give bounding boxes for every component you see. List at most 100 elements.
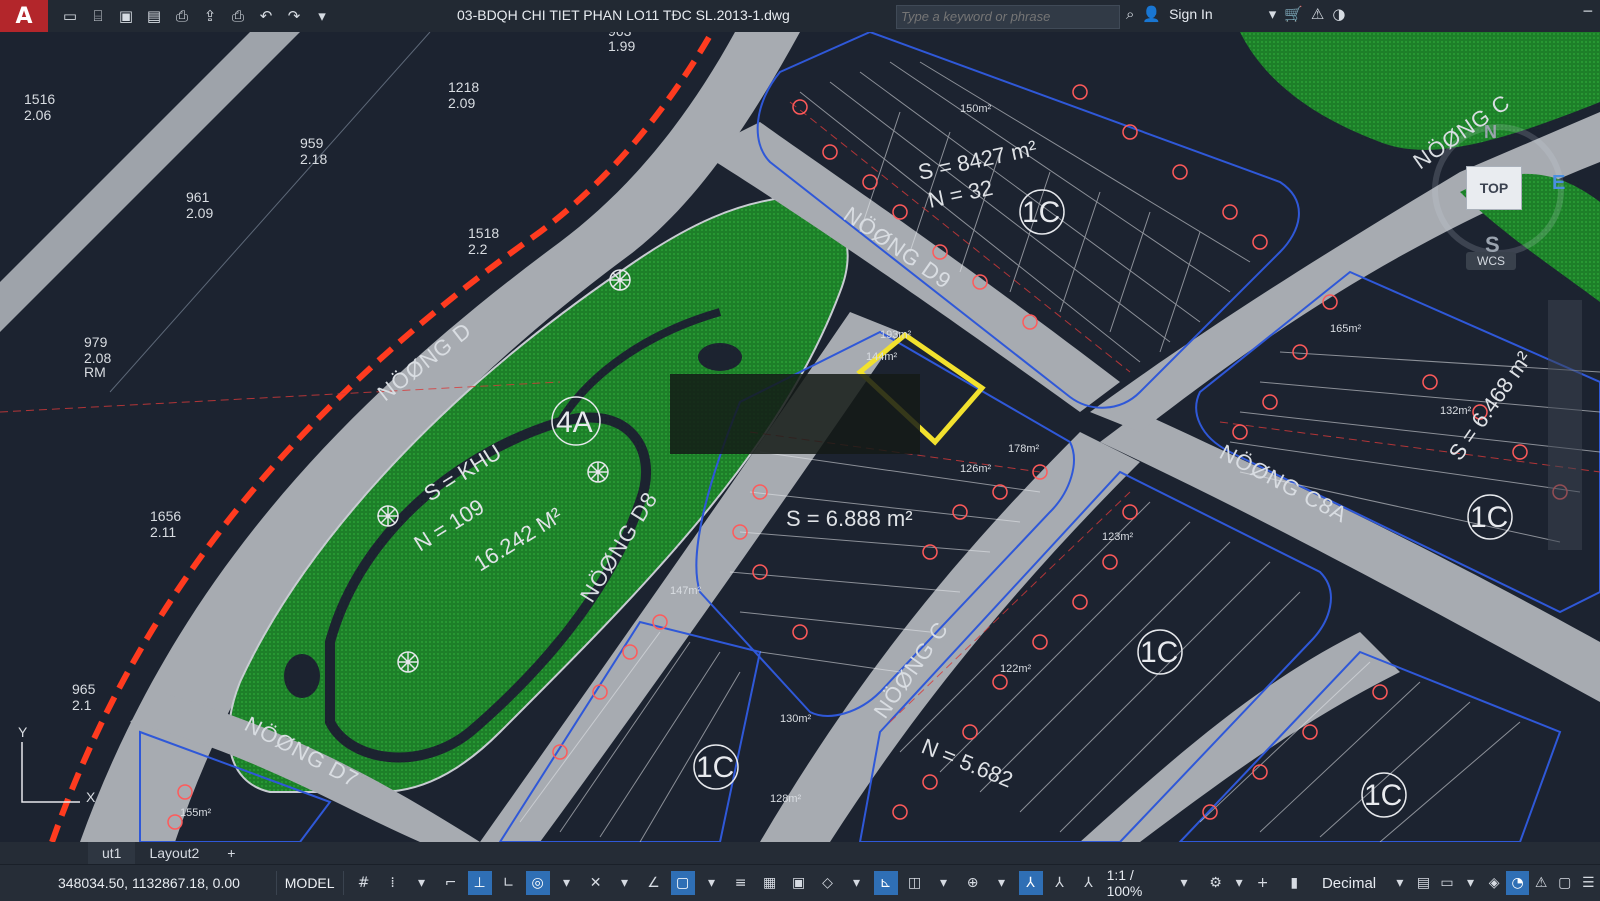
zone-label: 1C: [1022, 196, 1060, 229]
chevron-down-icon[interactable]: ▾: [1269, 5, 1277, 23]
lot-area: 122m²: [1000, 663, 1032, 675]
elev-id: 959: [300, 135, 324, 151]
new-icon[interactable]: ▭: [58, 5, 82, 27]
lot-area: 123m²: [1102, 531, 1134, 543]
customization-menu-icon[interactable]: ☰: [1577, 871, 1600, 895]
compass-north[interactable]: N: [1484, 122, 1497, 143]
share-icon[interactable]: ⇪: [198, 5, 222, 27]
elev-id: 1516: [24, 91, 55, 107]
clean-screen-icon[interactable]: ▢: [1553, 871, 1577, 895]
minimize-icon[interactable]: ─: [1584, 4, 1592, 20]
coordinates-readout[interactable]: 348034.50, 1132867.18, 0.00: [0, 875, 276, 891]
chevron-down-icon[interactable]: ▾: [1227, 871, 1251, 895]
object-snap-icon[interactable]: ▢: [670, 871, 695, 895]
selection-filter-icon[interactable]: ◫: [903, 871, 927, 895]
help-icon[interactable]: ◑: [1332, 5, 1345, 23]
chevron-down-icon[interactable]: ▾: [700, 871, 724, 895]
isometric-icon[interactable]: ✕: [584, 871, 608, 895]
quick-properties-icon[interactable]: ▤: [1412, 871, 1436, 895]
lot-area: 155m²: [180, 807, 212, 819]
chevron-down-icon[interactable]: ▾: [1459, 871, 1483, 895]
wcs-menu[interactable]: WCS: [1466, 252, 1516, 270]
elev-id: 1218: [448, 79, 479, 95]
app-menu-button[interactable]: A: [0, 0, 48, 32]
search-input[interactable]: [897, 6, 1119, 26]
plot-icon[interactable]: ⎙: [170, 5, 194, 27]
block-area: S = 6.888 m²: [786, 506, 913, 531]
infocenter: ⌕ 👤 Sign In ▾ 🛒 ⚠ ◑: [1126, 5, 1345, 23]
units-selector[interactable]: Decimal: [1322, 875, 1376, 892]
lock-ui-icon[interactable]: ▭: [1435, 871, 1459, 895]
sign-in-link[interactable]: Sign In: [1169, 6, 1213, 22]
drawing-canvas[interactable]: Y X NÖØNG D NÖØNG D9 NÖØNG D8 NÖØNG D7 N…: [0, 32, 1600, 842]
chevron-down-icon[interactable]: ▾: [932, 871, 956, 895]
tab-model[interactable]: [0, 842, 88, 864]
print-icon[interactable]: ⎙: [226, 5, 250, 27]
ucs-y-label: Y: [18, 724, 28, 740]
chevron-down-icon[interactable]: ▾: [1388, 871, 1412, 895]
zone-label: 1C: [1140, 636, 1178, 669]
infer-constraints-icon[interactable]: ⌐: [439, 871, 463, 895]
transparency-icon[interactable]: ▦: [758, 871, 782, 895]
lot-area: 178m²: [1008, 443, 1040, 455]
polar-tracking-icon[interactable]: ◎: [525, 871, 550, 895]
lot-area: 165m²: [1330, 323, 1362, 335]
chevron-down-icon[interactable]: ▾: [845, 871, 869, 895]
chevron-down-icon[interactable]: ▾: [555, 871, 579, 895]
model-space-button[interactable]: MODEL: [275, 871, 344, 895]
annotation-scale-icon[interactable]: ⅄: [1077, 871, 1101, 895]
quick-access-toolbar: ▭ ⌸ ▣ ▤ ⎙ ⇪ ⎙ ↶ ↷ ▾: [58, 5, 334, 27]
elev-value: 2.11: [150, 524, 176, 540]
layout-tabs: ut1 Layout2 +: [0, 842, 1600, 864]
ucs-x-label: X: [86, 789, 96, 805]
gizmo-icon[interactable]: ⊕: [961, 871, 985, 895]
annotation-visibility-icon[interactable]: ⅄: [1018, 871, 1043, 895]
chevron-down-icon[interactable]: ▾: [1172, 871, 1196, 895]
document-title: 03-BDQH CHI TIET PHAN LO11 TĐC SL.2013-1…: [457, 7, 790, 23]
undo-icon[interactable]: ↶: [254, 5, 278, 27]
zone-label: 1C: [1364, 779, 1402, 812]
auto-scale-icon[interactable]: ⅄: [1048, 871, 1072, 895]
window-controls: ─: [1584, 4, 1592, 20]
binoculars-icon[interactable]: ⌕: [1126, 5, 1134, 23]
viewcube-top-face[interactable]: TOP: [1466, 166, 1522, 210]
compass-east[interactable]: E: [1552, 172, 1565, 195]
notification-icon[interactable]: ⚠: [1529, 871, 1553, 895]
add-layout-icon[interactable]: +: [213, 842, 249, 864]
open-icon[interactable]: ⌸: [86, 5, 110, 27]
units-icon: ▮: [1290, 875, 1299, 891]
tab-layout2[interactable]: Layout2: [135, 842, 213, 864]
dynamic-ucs-icon[interactable]: ⊾: [873, 871, 898, 895]
elev-value: 2.1: [72, 697, 92, 713]
gear-icon[interactable]: ⚙: [1204, 871, 1228, 895]
elev-value: 2.09: [186, 205, 213, 221]
chevron-down-icon[interactable]: ▾: [990, 871, 1014, 895]
viewcube[interactable]: N TOP E S: [1430, 120, 1578, 257]
zone-label: 4A: [556, 406, 593, 439]
tab-layout1[interactable]: ut1: [88, 842, 136, 864]
isolate-objects-icon[interactable]: ◈: [1482, 871, 1506, 895]
lineweight-icon[interactable]: ≡: [729, 871, 753, 895]
3d-osnap-icon[interactable]: ◇: [816, 871, 840, 895]
hardware-acceleration-icon[interactable]: ◔: [1505, 871, 1530, 895]
chevron-down-icon[interactable]: ▾: [613, 871, 637, 895]
selection-cycling-icon[interactable]: ▣: [787, 871, 811, 895]
navigation-bar[interactable]: [1548, 300, 1582, 550]
object-snap-tracking-icon[interactable]: ∠: [642, 871, 666, 895]
cart-icon[interactable]: 🛒: [1284, 5, 1303, 23]
grid-icon[interactable]: #: [352, 871, 376, 895]
annotation-scale[interactable]: 1:1 / 100%: [1107, 867, 1173, 899]
chevron-down-icon[interactable]: ▾: [410, 871, 434, 895]
dynamic-input-icon[interactable]: ⊥: [467, 871, 492, 895]
ortho-icon[interactable]: ∟: [497, 871, 521, 895]
title-bar: A ▭ ⌸ ▣ ▤ ⎙ ⇪ ⎙ ↶ ↷ ▾ 03-BDQH CHI TIET P…: [0, 0, 1600, 33]
save-icon[interactable]: ▣: [114, 5, 138, 27]
rm-label: RM: [84, 364, 106, 380]
customize-icon[interactable]: ▾: [310, 5, 334, 27]
save-as-icon[interactable]: ▤: [142, 5, 166, 27]
elev-id: 961: [186, 189, 210, 205]
redo-icon[interactable]: ↷: [282, 5, 306, 27]
plus-icon[interactable]: +: [1251, 871, 1275, 895]
exchange-icon[interactable]: ⚠: [1311, 5, 1324, 23]
snap-icon[interactable]: ⁞: [381, 871, 405, 895]
